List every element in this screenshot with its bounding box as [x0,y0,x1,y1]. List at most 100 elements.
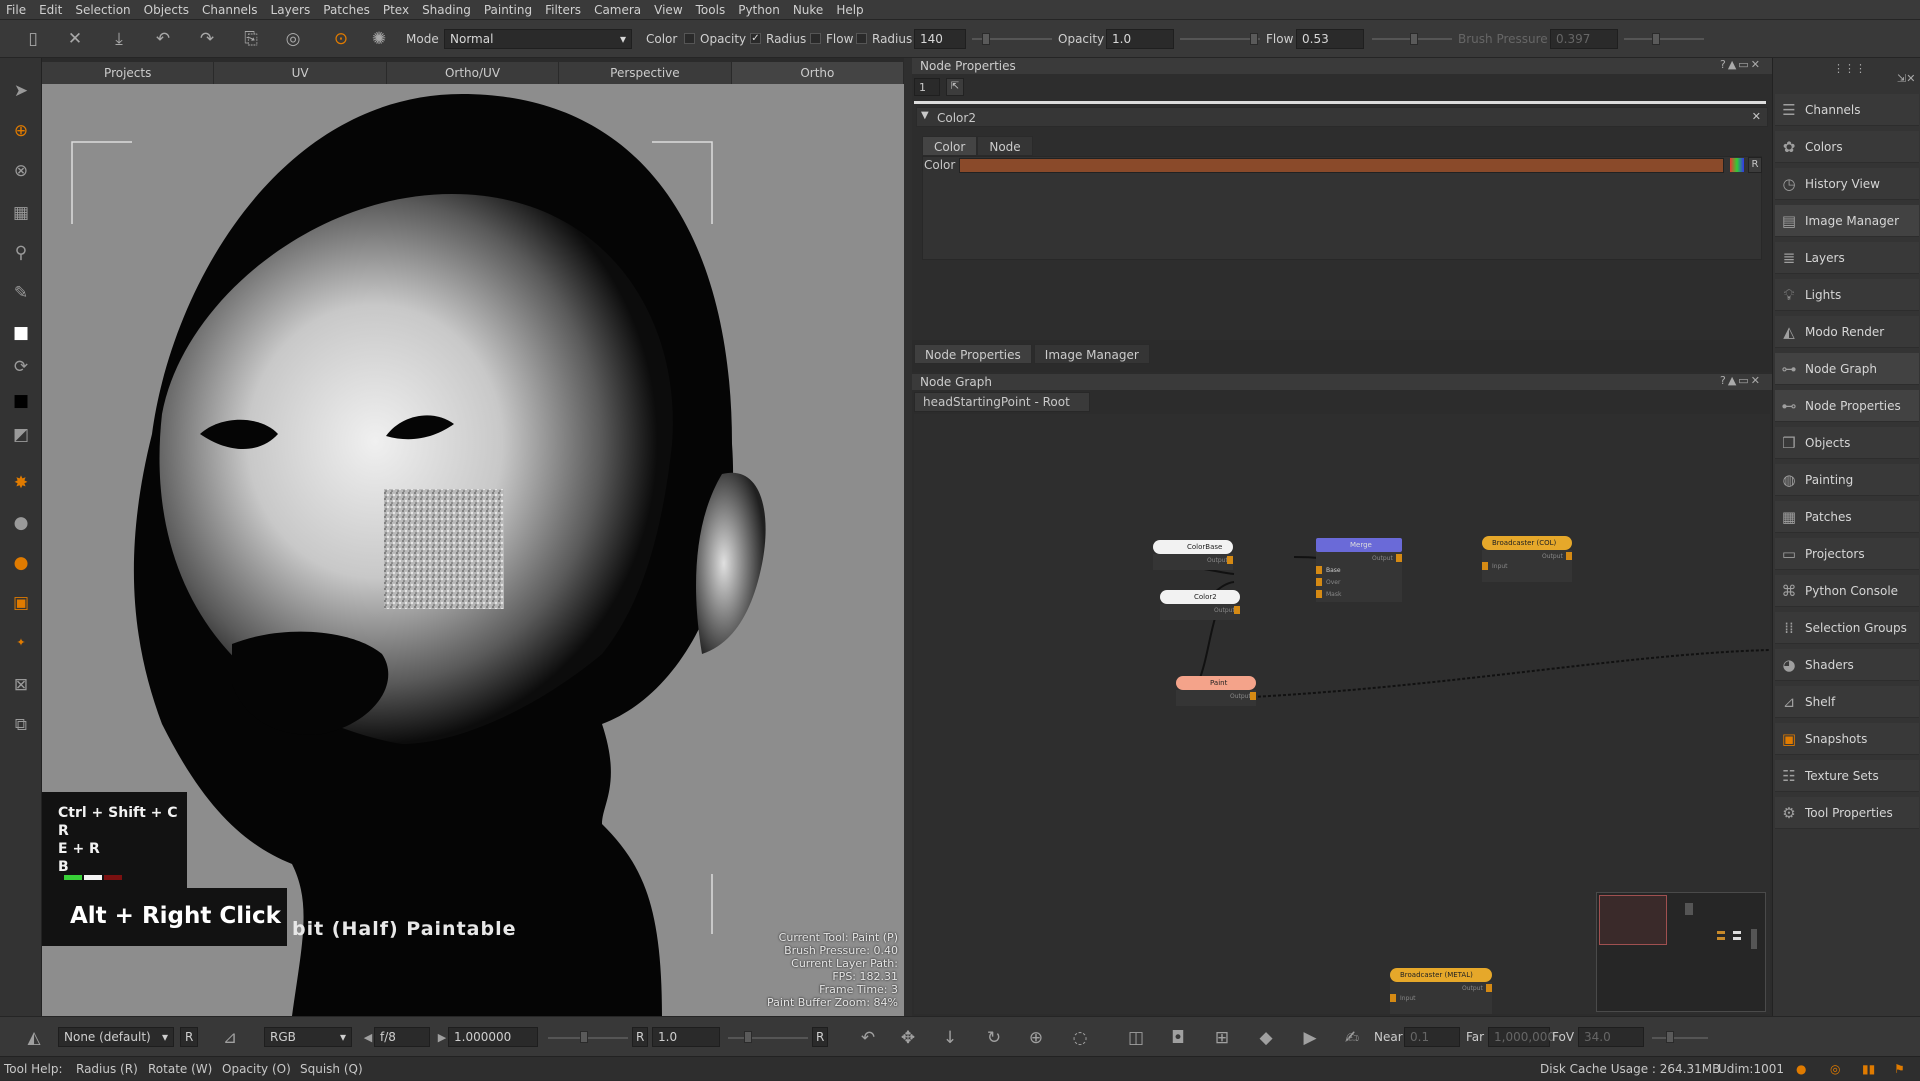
output-port[interactable] [1486,984,1492,992]
dock-controls-icon[interactable]: ⇲✕ [1897,72,1915,85]
redo-icon[interactable]: ↷ [196,28,218,50]
selection-box-icon[interactable]: ▣ [8,590,34,616]
swap-colors-icon[interactable]: ⟳ [8,354,34,380]
channel-select[interactable]: RGB ▾ [264,1027,352,1047]
brush-pressure-slider[interactable] [1624,38,1704,40]
clone-tool-icon[interactable]: ⊗ [8,158,34,184]
radius-checkbox[interactable]: ✓ [750,33,761,44]
dock-item-lights[interactable]: 💡︎ Lights [1775,279,1919,311]
node-colorbase[interactable]: ColorBase [1153,540,1233,554]
mode-select[interactable]: Normal ▾ [444,29,632,49]
color-swatch[interactable] [959,158,1724,173]
dock-item-colors[interactable]: ✿ Colors [1775,131,1919,163]
tab-uv[interactable]: UV [214,62,387,84]
input-port[interactable] [1482,562,1488,570]
sphere-icon[interactable]: ● [8,510,34,536]
panel-controls-icon[interactable]: ?▲▭✕ [1720,374,1762,387]
node-count-field[interactable]: 1 [914,78,940,96]
gamma-reset-button[interactable]: R [812,1027,828,1047]
zoom-tool-icon[interactable]: ⚲ [8,240,34,266]
radius-lock-checkbox[interactable] [856,33,867,44]
brush-pressure-input[interactable]: 0.397 [1550,29,1618,49]
brush-icon[interactable]: ✺ [368,28,390,50]
fov-slider[interactable] [1652,1037,1708,1039]
opacity-slider[interactable] [1180,38,1260,40]
menu-file[interactable]: File [6,3,26,17]
dock-item-patches[interactable]: ▦ Patches [1775,501,1919,533]
flow-slider-handle[interactable] [1410,33,1418,45]
default-colors-icon[interactable]: ◩ [8,422,34,448]
playback-icon[interactable]: ▶ [1298,1026,1322,1050]
tab-node-properties[interactable]: Node Properties [914,344,1032,364]
fov-slider-handle[interactable] [1666,1031,1674,1043]
tab-projects[interactable]: Projects [42,62,215,84]
dock-item-snapshots[interactable]: ▣ Snapshots [1775,723,1919,755]
status-orange-icon[interactable]: ● [1796,1057,1806,1081]
color-picker-icon[interactable] [1730,158,1744,172]
dock-item-history-view[interactable]: ◷ History View [1775,168,1919,200]
dock-item-shaders[interactable]: ◕ Shaders [1775,649,1919,681]
tab-node[interactable]: Node [977,136,1033,156]
radius-input[interactable]: 140 [914,29,966,49]
foreground-color-icon[interactable]: ■ [8,320,34,346]
dock-item-selection-groups[interactable]: ⁞⁞ Selection Groups [1775,612,1919,644]
exposure-slider[interactable] [548,1037,628,1039]
node-merge[interactable]: Merge [1316,538,1402,552]
color-ball-icon[interactable]: ● [8,550,34,576]
gamma-field[interactable]: 1.0 [652,1027,720,1047]
exposure-field[interactable]: 1.000000 [448,1027,538,1047]
exposure-slider-handle[interactable] [580,1031,588,1043]
flow-checkbox[interactable] [810,33,821,44]
tab-image-manager[interactable]: Image Manager [1033,344,1150,364]
undo-icon[interactable]: ↶ [152,28,174,50]
menu-help[interactable]: Help [836,3,863,17]
down-arrow-icon[interactable]: ↓ [938,1026,962,1050]
menu-nuke[interactable]: Nuke [793,3,824,17]
camera-icon[interactable]: ◎ [282,28,304,50]
save-icon[interactable]: ⤓ [108,28,130,50]
menu-selection[interactable]: Selection [75,3,130,17]
input-port-mask[interactable] [1316,590,1322,598]
menu-tools[interactable]: Tools [696,3,726,17]
dock-grip-icon[interactable]: ⋮⋮⋮ [1833,62,1866,75]
orbit-icon[interactable]: ⊕ [1024,1026,1048,1050]
shader-select[interactable]: None (default) ▾ [58,1027,174,1047]
close-icon[interactable]: ✕ [1752,110,1761,123]
brush-pressure-slider-handle[interactable] [1652,33,1660,45]
menu-python[interactable]: Python [738,3,780,17]
dock-item-node-properties[interactable]: ⊷ Node Properties [1775,390,1919,422]
menu-patches[interactable]: Patches [323,3,370,17]
tab-color[interactable]: Color [922,136,978,156]
node-broadcaster-col[interactable]: Broadcaster (COL) [1482,536,1572,550]
fov-field[interactable]: 34.0 [1578,1027,1644,1047]
collapse-arrow-icon[interactable]: ▼ [921,110,929,121]
node-graph-canvas[interactable]: ColorBase Output Color2 Output Paint Out… [914,414,1770,1014]
output-port[interactable] [1566,552,1572,560]
reset-button[interactable]: R [1748,157,1762,173]
snapshot-icon[interactable]: ⎘ [240,28,262,50]
gamma-slider[interactable] [728,1037,808,1039]
dock-item-projectors[interactable]: ▭ Projectors [1775,538,1919,570]
dock-item-texture-sets[interactable]: ☷ Texture Sets [1775,760,1919,792]
panel-controls-icon[interactable]: ?▲▭✕ [1720,58,1762,71]
menu-painting[interactable]: Painting [484,3,532,17]
input-port-base[interactable] [1316,566,1322,574]
node-graph-minimap[interactable] [1596,892,1766,1012]
menu-view[interactable]: View [654,3,682,17]
grid-tool-icon[interactable]: ▦ [8,200,34,226]
brush-stroke-icon[interactable]: ✍ [1340,1026,1364,1050]
dock-item-node-graph[interactable]: ⊶ Node Graph [1775,353,1919,385]
status-chart-icon[interactable]: ▮▮ [1862,1057,1875,1081]
output-port[interactable] [1234,606,1240,614]
dock-item-layers[interactable]: ≣ Layers [1775,242,1919,274]
dock-item-channels[interactable]: ☰ Channels [1775,94,1919,126]
close-file-icon[interactable]: ✕ [64,28,86,50]
dock-item-painting[interactable]: ◍ Painting [1775,464,1919,496]
select-tool-icon[interactable]: ➤ [8,78,34,104]
menu-camera[interactable]: Camera [594,3,641,17]
dock-item-python-console[interactable]: ⌘ Python Console [1775,575,1919,607]
dock-item-image-manager[interactable]: ▤ Image Manager [1775,205,1919,237]
node-paint[interactable]: Paint [1176,676,1256,690]
frame-icon[interactable]: ⧉ [8,712,34,738]
gamma-slider-handle[interactable] [744,1031,752,1043]
